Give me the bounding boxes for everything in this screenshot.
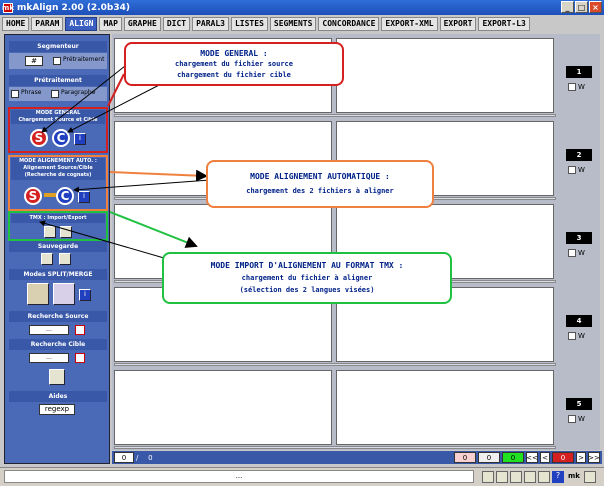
tool-icon-4[interactable] — [524, 471, 536, 483]
status-bar: ... ? mk — [0, 467, 604, 486]
callout-general-title: MODE GENERAL : — [200, 48, 268, 58]
callout-auto-line1: chargement des 2 fichiers à aligner — [246, 187, 394, 195]
callout-tmx-line1: chargement du fichier à aligner — [241, 274, 373, 282]
status-text: ... — [4, 470, 474, 483]
nav-next-button[interactable]: > — [576, 452, 586, 463]
callout-tmx-title: MODE IMPORT D'ALIGNEMENT AU FORMAT TMX : — [210, 261, 404, 270]
nav-prev-button[interactable]: < — [540, 452, 550, 463]
arrow-general-red — [107, 73, 125, 107]
position-field[interactable]: 0 — [114, 452, 134, 463]
settings-icon[interactable] — [584, 471, 596, 483]
callout-auto: MODE ALIGNEMENT AUTOMATIQUE : chargement… — [206, 160, 434, 208]
position-slash: / — [136, 453, 139, 462]
bottom-bar: 0 / 0 0 0 0 << < 0 > >> — [112, 451, 602, 464]
arrow-auto-orange — [109, 169, 208, 182]
callout-general-line2: chargement du fichier cible — [177, 70, 291, 79]
callout-general: MODE GENERAL : chargement du fichier sou… — [124, 42, 344, 86]
total-field: 0 — [140, 452, 161, 463]
arrow-tmx-green — [109, 211, 198, 248]
tool-icon-2[interactable] — [496, 471, 508, 483]
callout-auto-title: MODE ALIGNEMENT AUTOMATIQUE : — [250, 172, 390, 181]
counter-white: 0 — [478, 452, 500, 463]
help-icon[interactable]: ? — [552, 471, 564, 483]
locale-label: mk — [568, 472, 580, 480]
tool-icon-3[interactable] — [510, 471, 522, 483]
arrow-tmx — [39, 220, 165, 259]
callout-tmx: MODE IMPORT D'ALIGNEMENT AU FORMAT TMX :… — [162, 252, 452, 304]
nav-last-button[interactable]: >> — [588, 452, 600, 463]
tool-icon-5[interactable] — [538, 471, 550, 483]
nav-value-field[interactable]: 0 — [552, 452, 574, 463]
nav-first-button[interactable]: << — [526, 452, 538, 463]
counter-green: 0 — [502, 452, 524, 463]
callout-tmx-line2: (sélection des 2 langues visées) — [239, 286, 375, 294]
arrow-auto — [73, 179, 211, 193]
counter-red: 0 — [454, 452, 476, 463]
tool-icon-1[interactable] — [482, 471, 494, 483]
callout-general-line1: chargement du fichier source — [174, 59, 293, 68]
